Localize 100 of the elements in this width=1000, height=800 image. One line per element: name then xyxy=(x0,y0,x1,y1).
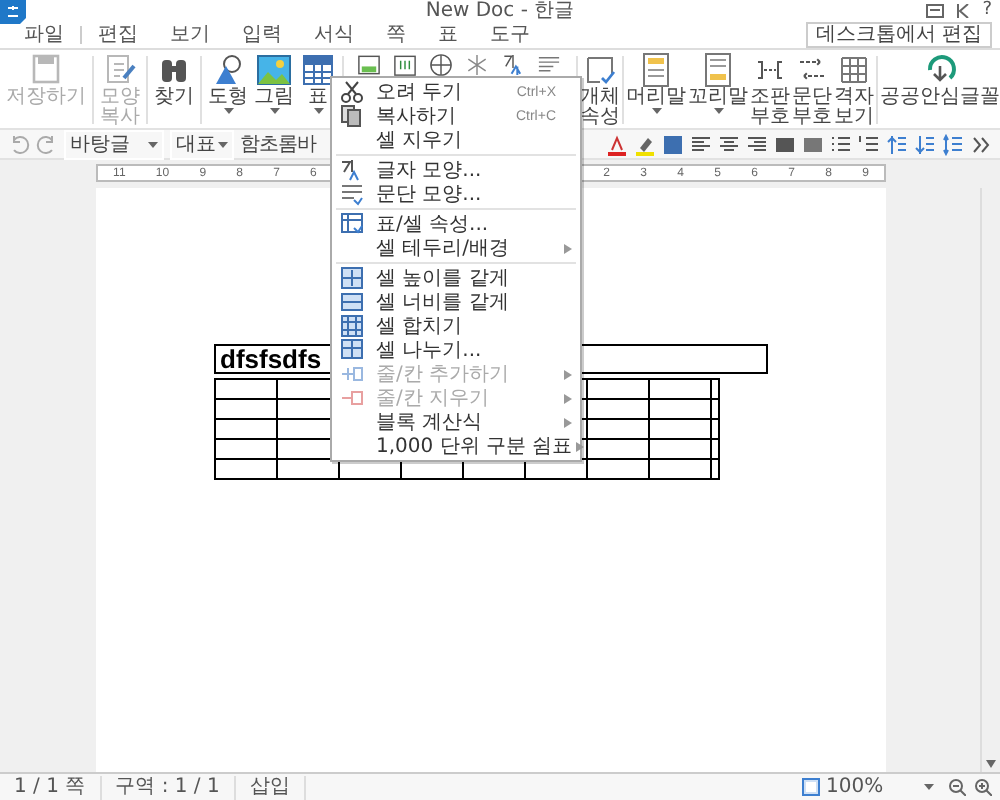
line-spacing-icon[interactable] xyxy=(942,133,964,155)
section-indicator: 구역 : 1 / 1 xyxy=(101,775,236,799)
menu-tab[interactable]: 입력 xyxy=(226,23,298,47)
menu-item[interactable]: 셀 합치기 xyxy=(332,314,580,338)
picture-button[interactable]: 그림 xyxy=(252,52,296,114)
brush-icon xyxy=(102,52,138,88)
caret-icon xyxy=(148,141,158,147)
char-shape-button[interactable] xyxy=(500,52,526,78)
asterisk-icon xyxy=(464,52,490,78)
align-center-icon[interactable] xyxy=(718,133,740,155)
caret-icon xyxy=(924,784,934,790)
menu-tab[interactable]: 보기 xyxy=(154,23,226,47)
number-list-icon[interactable] xyxy=(858,133,880,155)
submenu-arrow-icon xyxy=(564,369,572,379)
menu-item[interactable]: 1,000 단위 구분 쉼표 xyxy=(332,434,580,458)
scroll-down-icon[interactable] xyxy=(986,760,996,768)
caret-icon xyxy=(269,108,279,114)
para-mark-button[interactable]: 문단 부호 xyxy=(792,52,832,128)
object-props-button[interactable]: 개체 속성 xyxy=(580,52,620,128)
align-justify-icon[interactable] xyxy=(662,133,684,155)
menu-tab[interactable]: 쪽 xyxy=(370,23,422,47)
paragraph-icon xyxy=(536,52,562,78)
header-icon xyxy=(638,52,674,88)
style-dropdown[interactable]: 바탕글 xyxy=(64,129,164,159)
menu-item[interactable]: 블록 계산식 xyxy=(332,410,580,434)
zoom-in-icon[interactable] xyxy=(974,778,992,796)
submenu-arrow-icon xyxy=(564,393,572,403)
indent-icon[interactable] xyxy=(886,133,908,155)
edit-on-desktop-button[interactable]: 데스크톱에서 편집 xyxy=(805,22,992,48)
menu-item[interactable]: 셀 지우기 xyxy=(332,128,580,152)
grid-icon xyxy=(836,52,872,88)
delete-row-icon xyxy=(340,386,364,410)
copy-icon xyxy=(340,104,364,128)
scrollbar[interactable] xyxy=(980,188,1000,772)
find-button[interactable]: 찾기 xyxy=(152,52,196,108)
highlighter-icon[interactable] xyxy=(634,133,656,155)
view-mode-icon[interactable] xyxy=(802,778,820,796)
window-title: New Doc - 한글 xyxy=(425,0,575,22)
menu-item[interactable]: 셀 높이를 같게 xyxy=(332,266,580,290)
chart-button[interactable] xyxy=(356,52,382,78)
divide-icon[interactable] xyxy=(802,133,824,155)
menu-tab[interactable]: 파일 xyxy=(8,23,80,47)
collapse-icon[interactable] xyxy=(956,4,971,18)
letter-icon xyxy=(340,158,364,182)
help-button[interactable]: ? xyxy=(982,0,992,22)
object-icon xyxy=(582,52,618,88)
shape-button[interactable]: 도형 xyxy=(206,52,250,114)
header-button[interactable]: 머리말 xyxy=(626,52,686,114)
more-icon[interactable] xyxy=(970,133,992,155)
zoom-out-icon[interactable] xyxy=(948,778,966,796)
distribute-icon[interactable] xyxy=(774,133,796,155)
floppy-icon xyxy=(28,52,64,88)
align-right-icon[interactable] xyxy=(746,133,768,155)
textbox-button[interactable] xyxy=(392,52,418,78)
menu-item[interactable]: 표/셀 속성... xyxy=(332,212,580,236)
menu-tab[interactable]: 표 xyxy=(422,23,474,47)
symbol-button[interactable] xyxy=(464,52,490,78)
menu-item[interactable]: 셀 테두리/배경 xyxy=(332,236,580,260)
row-height-icon xyxy=(340,266,364,290)
page-indicator: 1 / 1 쪽 xyxy=(0,775,102,799)
safe-font-button[interactable]: 공공안심글꼴 xyxy=(880,52,1000,108)
code-button[interactable]: 조판 부호 xyxy=(750,52,790,128)
menu-tab[interactable]: 편집 xyxy=(82,23,154,47)
caret-icon xyxy=(218,141,228,147)
menu-tab[interactable]: 도구 xyxy=(474,23,546,47)
submenu-arrow-icon xyxy=(576,441,585,451)
bullet-list-icon[interactable] xyxy=(830,133,852,155)
menu-item[interactable]: 셀 너비를 같게 xyxy=(332,290,580,314)
insert-mode: 삽입 xyxy=(235,775,306,799)
footer-icon xyxy=(700,52,736,88)
outdent-icon[interactable] xyxy=(914,133,936,155)
submenu-arrow-icon xyxy=(564,243,572,253)
globe-icon xyxy=(428,52,454,78)
split-cells-icon xyxy=(340,338,364,362)
menu-item[interactable]: 셀 나누기... xyxy=(332,338,580,362)
caret-icon xyxy=(651,108,661,114)
grid-button[interactable]: 격자 보기 xyxy=(834,52,874,128)
language-dropdown[interactable]: 대표 xyxy=(170,129,234,159)
scissors-icon xyxy=(340,80,364,104)
shapes-icon xyxy=(210,52,246,88)
font-color-icon[interactable] xyxy=(606,133,628,155)
table-props-icon xyxy=(340,212,364,236)
caret-icon xyxy=(713,108,723,114)
menu-item[interactable]: 문단 모양... xyxy=(332,182,580,206)
footer-button[interactable]: 꼬리말 xyxy=(688,52,748,114)
menu-item[interactable]: 글자 모양... xyxy=(332,158,580,182)
add-row-icon xyxy=(340,362,364,386)
caret-icon xyxy=(223,108,233,114)
web-button[interactable] xyxy=(428,52,454,78)
window-icon[interactable] xyxy=(926,4,945,18)
menu-tab[interactable]: 서식 xyxy=(298,23,370,47)
merge-cells-icon xyxy=(340,314,364,338)
align-left-icon[interactable] xyxy=(690,133,712,155)
zoom-dropdown[interactable]: 100% xyxy=(820,776,940,798)
paragraph-icon xyxy=(340,182,364,206)
caret-icon xyxy=(313,108,323,114)
font-name[interactable]: 함초롬바 xyxy=(240,130,316,158)
para-shape-button[interactable] xyxy=(536,52,562,78)
image-icon xyxy=(256,52,292,88)
letter-icon xyxy=(500,52,526,78)
